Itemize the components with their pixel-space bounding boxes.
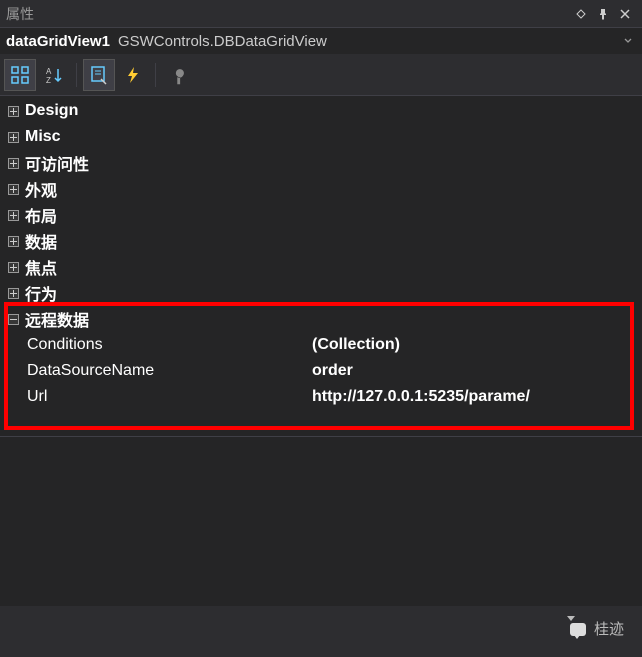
watermark: 桂迹	[562, 617, 624, 639]
category-remote-data[interactable]: 远程数据	[0, 306, 642, 332]
category-layout[interactable]: 布局	[0, 202, 642, 228]
collapse-icon[interactable]	[8, 314, 19, 325]
category-label: 数据	[25, 229, 57, 253]
category-label: 外观	[25, 177, 57, 201]
chat-icon	[562, 617, 588, 639]
category-label: Design	[25, 102, 78, 120]
window-options-icon[interactable]	[570, 3, 592, 25]
panel-title: 属性	[6, 4, 570, 24]
selected-control-type: GSWControls.DBDataGridView	[118, 33, 620, 50]
property-name: DataSourceName	[27, 362, 312, 380]
expand-icon[interactable]	[8, 210, 19, 221]
expand-icon[interactable]	[8, 236, 19, 247]
property-row-conditions[interactable]: Conditions (Collection)	[0, 332, 642, 358]
category-behavior[interactable]: 行为	[0, 280, 642, 306]
alphabetical-view-button[interactable]: AZ	[38, 59, 70, 91]
property-grid: Design Misc 可访问性 外观 布局 数据 焦点 行为 远程数据 Con…	[0, 96, 642, 436]
property-row-url[interactable]: Url http://127.0.0.1:5235/parame/	[0, 384, 642, 410]
expand-icon[interactable]	[8, 132, 19, 143]
property-value[interactable]: order	[312, 362, 642, 380]
expand-icon[interactable]	[8, 184, 19, 195]
description-pane	[0, 436, 642, 606]
events-button[interactable]	[117, 59, 149, 91]
category-appearance[interactable]: 外观	[0, 176, 642, 202]
svg-text:Z: Z	[46, 76, 51, 85]
category-label: 可访问性	[25, 151, 89, 175]
property-name: Url	[27, 388, 312, 406]
svg-text:A: A	[46, 67, 52, 76]
category-label: 焦点	[25, 255, 57, 279]
control-selector[interactable]: dataGridView1 GSWControls.DBDataGridView	[0, 28, 642, 54]
categorized-view-button[interactable]	[4, 59, 36, 91]
category-label: 布局	[25, 203, 57, 227]
expand-icon[interactable]	[8, 288, 19, 299]
toolbar-separator	[155, 63, 156, 87]
expand-icon[interactable]	[8, 158, 19, 169]
close-icon[interactable]	[614, 3, 636, 25]
category-label: Misc	[25, 128, 61, 146]
expand-icon[interactable]	[8, 106, 19, 117]
category-label: 行为	[25, 281, 57, 305]
category-misc[interactable]: Misc	[0, 124, 642, 150]
category-design[interactable]: Design	[0, 98, 642, 124]
properties-toolbar: AZ	[0, 54, 642, 96]
property-value[interactable]: (Collection)	[312, 336, 642, 354]
category-focus[interactable]: 焦点	[0, 254, 642, 280]
toolbar-separator	[76, 63, 77, 87]
properties-button[interactable]	[83, 59, 115, 91]
chevron-down-icon[interactable]	[620, 38, 636, 44]
selected-control-name: dataGridView1	[6, 33, 110, 50]
expand-icon[interactable]	[8, 262, 19, 273]
property-value[interactable]: http://127.0.0.1:5235/parame/	[312, 388, 642, 406]
category-data[interactable]: 数据	[0, 228, 642, 254]
property-name: Conditions	[27, 336, 312, 354]
watermark-label: 桂迹	[594, 618, 624, 639]
category-accessibility[interactable]: 可访问性	[0, 150, 642, 176]
property-pages-button[interactable]	[162, 59, 194, 91]
category-label: 远程数据	[25, 307, 89, 331]
property-row-datasourcename[interactable]: DataSourceName order	[0, 358, 642, 384]
pin-icon[interactable]	[592, 3, 614, 25]
